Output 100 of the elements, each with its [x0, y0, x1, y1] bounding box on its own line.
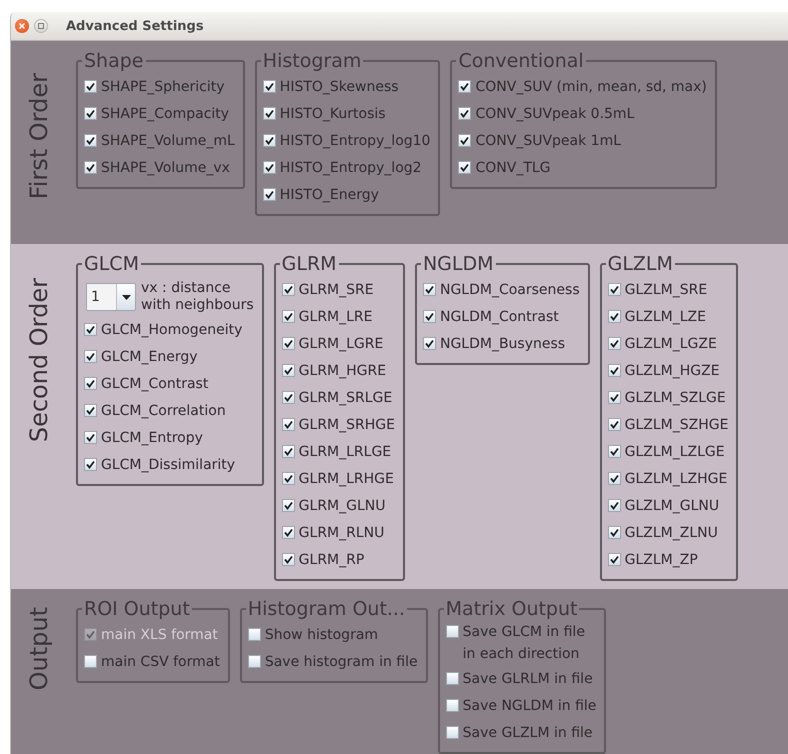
checkbox-label: GLZLM_SZHGE — [624, 416, 728, 434]
checkbox[interactable] — [282, 337, 295, 350]
checkbox[interactable] — [608, 418, 621, 431]
checkbox-label: CONV_SUVpeak 0.5mL — [475, 104, 634, 124]
checkbox-label: GLCM_Homogeneity — [101, 320, 242, 340]
checkbox-label: GLZLM_SRE — [624, 280, 708, 300]
checkbox[interactable] — [262, 161, 276, 174]
checkbox[interactable] — [262, 134, 276, 147]
checkbox[interactable] — [282, 445, 295, 458]
checkbox-label: NGLDM_Busyness — [440, 334, 566, 354]
checkbox-label: HISTO_Entropy_log2 — [280, 158, 422, 178]
checkbox-label: GLRM_LRE — [298, 308, 372, 326]
maximize-button[interactable] — [34, 19, 48, 33]
checkbox[interactable] — [608, 337, 621, 350]
checkbox[interactable] — [84, 134, 97, 147]
checkbox[interactable] — [84, 323, 97, 336]
checkbox[interactable] — [422, 310, 436, 323]
checkbox[interactable] — [458, 80, 472, 93]
checkbox[interactable] — [84, 350, 97, 363]
close-icon — [19, 23, 25, 29]
checkbox[interactable] — [84, 107, 97, 120]
group-title: GLRM — [280, 254, 338, 274]
checkbox[interactable] — [608, 499, 621, 512]
checkbox[interactable] — [608, 472, 621, 485]
checkbox-label: GLRM_SRHGE — [298, 416, 395, 434]
checkbox[interactable] — [422, 283, 436, 296]
checkbox[interactable] — [282, 364, 295, 377]
checkbox[interactable] — [608, 283, 621, 296]
checkbox[interactable] — [458, 161, 472, 174]
checkbox-label: CONV_SUV (min, mean, sd, max) — [475, 78, 707, 96]
checkbox-label: GLZLM_GLNU — [624, 496, 720, 516]
checkbox[interactable] — [608, 553, 621, 566]
checkbox[interactable] — [608, 310, 621, 323]
checkbox-label: Save GLRLM in file — [462, 670, 593, 688]
distance-dropdown[interactable]: 1 — [86, 283, 136, 311]
checkbox-label: GLZLM_LZHGE — [624, 470, 728, 488]
checkbox-label: HISTO_Skewness — [280, 78, 399, 96]
checkbox[interactable] — [248, 628, 261, 641]
checkbox-label: Save GLCM in file in each direction — [462, 623, 585, 664]
checkbox[interactable] — [282, 553, 295, 566]
checkbox-label: GLRM_HGRE — [298, 362, 386, 380]
group-title: NGLDM — [422, 254, 495, 274]
checkbox[interactable] — [608, 526, 621, 539]
checkbox-label: HISTO_Entropy_log10 — [280, 132, 430, 150]
group-title: Conventional — [457, 51, 585, 71]
checkbox-label: GLRM_SRLGE — [298, 388, 392, 408]
group-title: Shape — [83, 51, 144, 71]
group-title: GLCM — [83, 254, 140, 274]
caret-icon — [122, 294, 130, 300]
checkbox[interactable] — [84, 80, 97, 93]
dropdown-label: vx : distance with neighbours — [141, 280, 254, 314]
checkbox-label: GLCM_Correlation — [101, 402, 226, 420]
checkbox-label: GLRM_RP — [298, 550, 364, 570]
checkbox[interactable] — [608, 445, 621, 458]
checkbox[interactable] — [262, 188, 276, 201]
checkbox[interactable] — [282, 391, 295, 404]
checkbox[interactable] — [84, 655, 97, 668]
group-title: Matrix Output — [444, 599, 578, 619]
checkbox[interactable] — [282, 310, 295, 323]
checkbox[interactable] — [282, 283, 295, 296]
checkbox-label: GLRM_GLNU — [298, 496, 386, 516]
checkbox[interactable] — [282, 472, 295, 485]
checkbox[interactable] — [446, 625, 459, 638]
checkbox[interactable] — [446, 699, 459, 712]
group-title: Histogram — [262, 51, 362, 71]
checkbox[interactable] — [262, 107, 276, 120]
checkbox[interactable] — [446, 672, 459, 685]
checkbox[interactable] — [84, 161, 97, 174]
checkbox-label: GLZLM_SZLGE — [624, 388, 726, 408]
checkbox[interactable] — [422, 337, 436, 350]
checkbox[interactable] — [262, 80, 276, 93]
checkbox-label: GLZLM_LZLGE — [624, 442, 725, 462]
checkbox[interactable] — [608, 364, 621, 377]
checkbox[interactable] — [84, 404, 97, 417]
checkbox-label: GLRM_LRHGE — [298, 470, 394, 488]
checkbox[interactable] — [446, 726, 459, 739]
checkbox-label: GLRM_LGRE — [298, 334, 384, 354]
checkbox-label: SHAPE_Compacity — [101, 104, 230, 124]
close-button[interactable] — [15, 19, 29, 33]
checkbox[interactable] — [282, 526, 295, 539]
checkbox[interactable] — [608, 391, 621, 404]
checkbox[interactable] — [458, 107, 472, 120]
checkbox[interactable] — [282, 418, 295, 431]
checkbox-label: HISTO_Kurtosis — [280, 104, 386, 124]
group-title: Histogram Out... — [246, 599, 406, 619]
checkbox[interactable] — [248, 655, 261, 668]
checkbox[interactable] — [84, 431, 97, 444]
checkbox-label: GLZLM_LGZE — [624, 334, 717, 354]
checkbox[interactable] — [282, 499, 295, 512]
group-title: GLZLM — [606, 254, 674, 274]
checkbox-label: Save GLZLM in file — [462, 724, 593, 742]
checkbox-label: NGLDM_Contrast — [440, 308, 559, 326]
checkbox-label: NGLDM_Coarseness — [440, 280, 580, 300]
checkbox[interactable] — [458, 134, 472, 147]
checkbox-label: GLCM_Entropy — [101, 428, 203, 448]
checkbox[interactable] — [84, 458, 97, 471]
checkbox-label: GLZLM_HGZE — [624, 362, 720, 380]
checkbox-label: GLCM_Contrast — [101, 374, 208, 394]
checkbox[interactable] — [84, 377, 97, 390]
checkbox-label: CONV_TLG — [475, 158, 551, 178]
